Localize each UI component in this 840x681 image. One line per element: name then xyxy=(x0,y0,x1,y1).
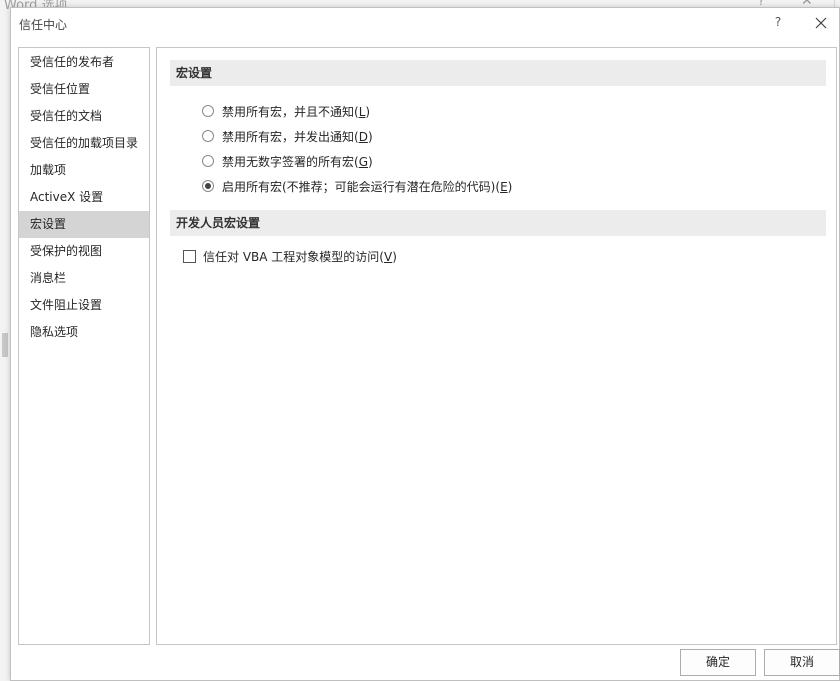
option-label: 禁用无数字签署的所有宏(G) xyxy=(222,154,373,169)
nav-item-trusted-locations[interactable]: 受信任位置 xyxy=(19,76,149,103)
nav-item-trusted-documents[interactable]: 受信任的文档 xyxy=(19,103,149,130)
nav-item-message-bar[interactable]: 消息栏 xyxy=(19,265,149,292)
vba-access-checkbox-row[interactable]: 信任对 VBA 工程对象模型的访问(V) xyxy=(183,246,397,266)
radio-enable-all[interactable]: 启用所有宏(不推荐；可能会运行有潜在危险的代码)(E) xyxy=(202,176,512,196)
vba-access-label: 信任对 VBA 工程对象模型的访问(V) xyxy=(203,249,397,264)
close-button[interactable] xyxy=(813,15,829,31)
help-button[interactable]: ? xyxy=(771,13,785,31)
nav-item-protected-view[interactable]: 受保护的视图 xyxy=(19,238,149,265)
option-label: 启用所有宏(不推荐；可能会运行有潜在危险的代码)(E) xyxy=(222,179,513,194)
option-label: 禁用所有宏，并发出通知(D) xyxy=(222,129,373,144)
nav-item-addins[interactable]: 加载项 xyxy=(19,157,149,184)
macro-settings-pane: 宏设置 禁用所有宏，并且不通知(L) 禁用所有宏，并发出通知(D) 禁用无数字签… xyxy=(156,47,837,645)
radio-disable-no-notify[interactable]: 禁用所有宏，并且不通知(L) xyxy=(202,101,370,121)
radio-button-checked[interactable] xyxy=(202,180,214,192)
vba-access-checkbox[interactable] xyxy=(183,249,196,263)
option-label: 禁用所有宏，并且不通知(L) xyxy=(222,104,371,119)
nav-item-trusted-addin-catalogs[interactable]: 受信任的加载项目录 xyxy=(19,130,149,157)
developer-settings-header: 开发人员宏设置 xyxy=(170,210,826,236)
trust-center-dialog: 信任中心 ? 受信任的发布者 受信任位置 受信任的文档 受信任的加载项目录 加载… xyxy=(10,7,840,681)
radio-disable-except-signed[interactable]: 禁用无数字签署的所有宏(G) xyxy=(202,151,373,171)
dialog-title: 信任中心 xyxy=(19,18,68,32)
nav-item-macro-settings[interactable]: 宏设置 xyxy=(19,211,149,238)
cancel-button[interactable]: 取消 xyxy=(764,649,840,676)
macro-settings-header: 宏设置 xyxy=(170,60,826,86)
ok-button[interactable]: 确定 xyxy=(680,649,756,676)
background-scrollbar-thumb[interactable] xyxy=(2,333,8,357)
trust-center-nav: 受信任的发布者 受信任位置 受信任的文档 受信任的加载项目录 加载项 Activ… xyxy=(18,47,150,645)
radio-disable-with-notify[interactable]: 禁用所有宏，并发出通知(D) xyxy=(202,126,373,146)
radio-button[interactable] xyxy=(202,130,214,142)
nav-item-activex-settings[interactable]: ActiveX 设置 xyxy=(19,184,149,211)
nav-item-file-block-settings[interactable]: 文件阻止设置 xyxy=(19,292,149,319)
nav-item-trusted-publishers[interactable]: 受信任的发布者 xyxy=(19,49,149,76)
nav-item-privacy-options[interactable]: 隐私选项 xyxy=(19,319,149,346)
close-icon xyxy=(815,17,827,29)
radio-button[interactable] xyxy=(202,155,214,167)
radio-button[interactable] xyxy=(202,105,214,117)
